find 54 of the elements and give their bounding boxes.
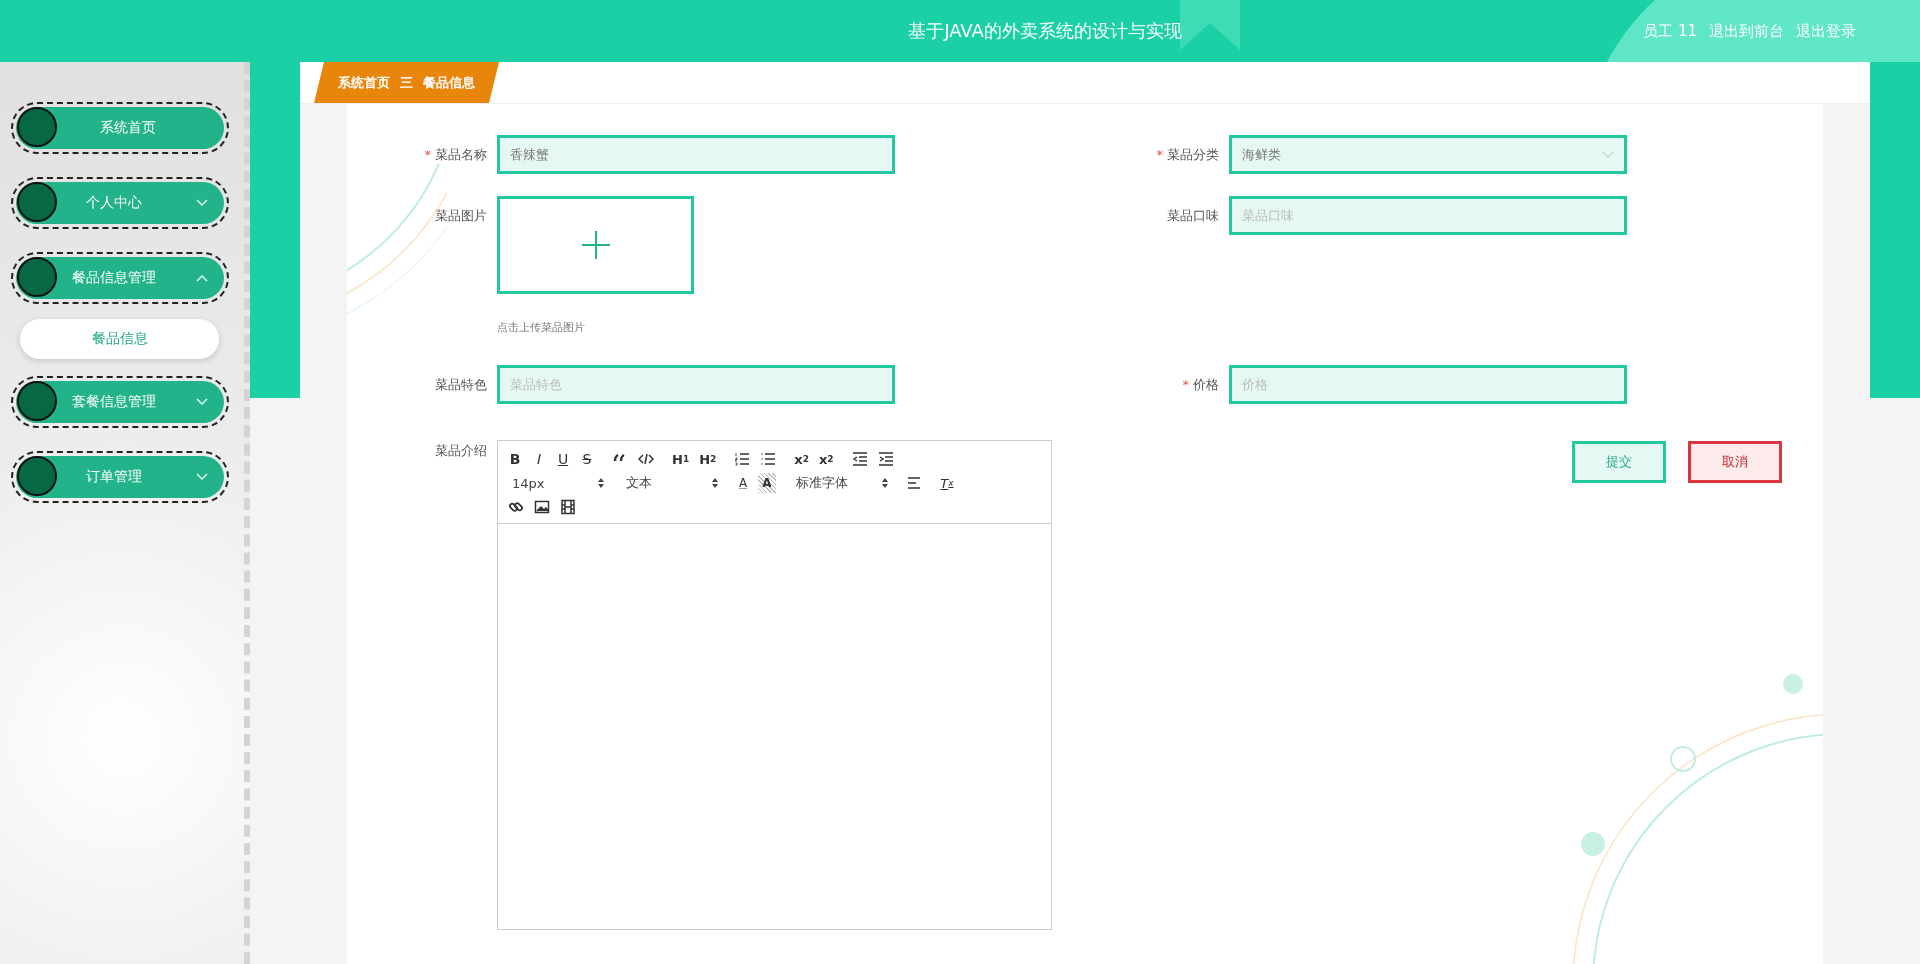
field-label: 菜品特色 [434,376,488,394]
breadcrumb-current: 餐品信息 [423,73,475,92]
select-value: 文本 [626,474,652,492]
background-button[interactable]: A [758,473,776,493]
toolbar-select[interactable]: 标准字体 [790,473,890,493]
select-value: 标准字体 [796,474,848,492]
chevron-down-icon [1602,151,1614,158]
circle-icon [17,182,57,222]
circle-icon [17,107,57,147]
circle-icon [17,456,57,496]
bullet-list-icon [760,451,777,467]
text-field[interactable]: 菜品特色 [497,365,895,404]
italic-button[interactable]: I [530,449,548,469]
user-name: 员工 11 [1643,21,1697,41]
toolbar-select[interactable]: 文本 [620,473,720,493]
indent-icon [877,451,894,467]
field-label: * 价格 [1181,376,1220,394]
underline-button[interactable]: U [554,449,572,469]
code-icon [638,451,654,467]
link-icon [508,499,524,515]
chevron-up-icon [196,274,208,282]
chevron-down-icon [196,398,208,406]
circle-icon [17,257,57,297]
align-left-icon [906,475,922,491]
script-button[interactable]: x$^{2}$ [816,449,836,469]
upload-hint: 点击上传菜品图片 [497,320,586,335]
up-down-arrow-icon [598,478,604,488]
up-down-arrow-icon [712,478,718,488]
text-field[interactable]: 价格 [1229,365,1627,404]
strike-button[interactable]: S [578,449,596,469]
field-label: * 菜品名称 [423,146,488,164]
text-field[interactable]: 香辣蟹 [497,135,895,174]
up-down-arrow-icon [882,478,888,488]
field-label: 菜品图片 [434,207,488,225]
video-button[interactable] [558,497,578,517]
outdent-icon [851,451,868,467]
bold-button[interactable]: B [506,449,524,469]
select-value: 14px [512,475,545,491]
circle-icon [17,381,57,421]
color-button[interactable]: A [734,473,752,493]
cancel-button[interactable]: 取消 [1688,441,1782,483]
chevron-down-icon [196,473,208,481]
plus-icon [581,231,610,259]
image-icon [534,499,550,515]
film-icon [560,499,576,515]
field-label: 菜品口味 [1166,207,1220,225]
chevron-down-icon [196,199,208,207]
field-label: 菜品介绍 [434,442,488,460]
select-field[interactable]: 海鲜类 [1229,135,1627,174]
breadcrumb-separator: 三 [400,73,413,92]
toolbar-select[interactable]: 14px [506,473,606,493]
field-label: * 菜品分类 [1155,146,1220,164]
ordered-list-icon [734,451,751,467]
app-title: 基于JAVA的外卖系统的设计与实现 [908,20,1182,41]
